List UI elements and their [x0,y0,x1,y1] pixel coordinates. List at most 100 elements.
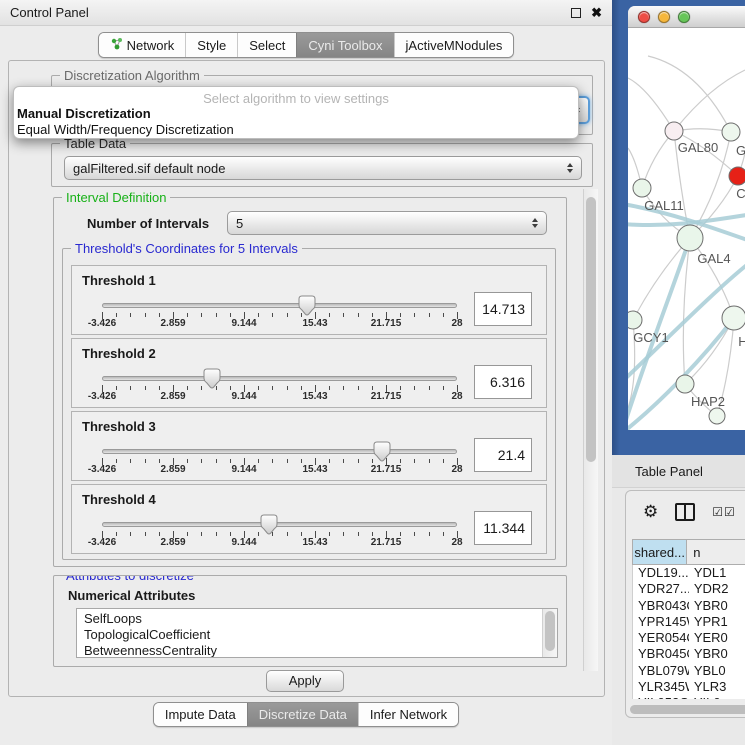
axis-tick-label: 9.144 [231,318,256,329]
table-row[interactable]: YER054CYER0 [633,630,745,646]
table-row[interactable]: YPR145WYPR1 [633,614,745,630]
float-window-icon[interactable] [571,8,581,18]
threshold-slider-thumb[interactable] [203,368,221,389]
tab-discretize-data[interactable]: Discretize Data [247,703,358,726]
table-cell[interactable]: YBR0 [689,598,745,614]
network-node[interactable] [633,179,651,197]
table-cell[interactable]: YLR345W [633,679,689,695]
threshold-value-field[interactable]: 14.713 [474,292,532,326]
tab-label: Cyni Toolbox [308,38,382,53]
table-cell[interactable]: YLR3 [689,679,745,695]
network-canvas[interactable]: GAL80GCGAL11GAL4GCY1HHAP2 [628,28,745,430]
threshold-value-field[interactable]: 6.316 [474,365,532,399]
table-hscrollbar[interactable] [630,705,745,716]
tab-style[interactable]: Style [185,33,237,57]
threshold-value-field[interactable]: 11.344 [474,511,532,545]
close-window-button[interactable] [638,11,650,23]
table-row[interactable]: YDL19...YDL1 [633,565,745,581]
table-cell[interactable]: YPR1 [689,614,745,630]
table-cell[interactable]: YER0 [689,630,745,646]
panel-scrollbar[interactable] [583,189,598,671]
table-data-combobox[interactable]: galFiltered.sif default node [64,156,582,180]
table-row[interactable]: YBL079WYBL0 [633,663,745,679]
axis-tick [358,532,359,536]
minimize-window-button[interactable] [658,11,670,23]
table-row[interactable]: YDR27...YDR2 [633,581,745,597]
gear-icon[interactable]: ⚙ [643,504,658,520]
table-row[interactable]: YBR043CYBR0 [633,598,745,614]
control-panel-titlebar: Control Panel ✖ [0,0,612,26]
select-columns-icon[interactable]: ☑☑ [712,505,736,519]
network-edge-highlighted[interactable] [628,238,690,420]
threshold-value-field[interactable]: 21.4 [474,438,532,472]
threshold-slider-track[interactable] [102,449,457,454]
table-cell[interactable]: YDL19... [633,565,689,581]
axis-tick [145,532,146,536]
axis-tick [329,313,330,317]
tab-infer-network[interactable]: Infer Network [358,703,458,726]
network-edge[interactable] [628,78,674,131]
zoom-window-button[interactable] [678,11,690,23]
tab-network[interactable]: Network [99,33,186,57]
threshold-slider-thumb[interactable] [373,441,391,462]
axis-tick [258,386,259,390]
network-edge[interactable] [642,131,674,188]
attributes-scrollbar[interactable] [542,609,557,658]
algorithm-option[interactable]: Manual Discretization [14,106,578,122]
cyni-toolbox-panel: Discretization Algorithm Select algorith… [8,60,605,697]
table-cell[interactable]: YER054C [633,630,689,646]
table-cell[interactable]: YBL079W [633,663,689,679]
attribute-list-item[interactable]: TopologicalCoefficient [77,627,557,643]
threshold-slider-track[interactable] [102,303,457,308]
table-row[interactable]: YIL052CYIL0 [633,695,745,699]
threshold-slider-track[interactable] [102,522,457,527]
tab-select[interactable]: Select [237,33,296,57]
network-edge[interactable] [674,70,745,131]
threshold-slider-thumb[interactable] [260,514,278,535]
table-cell[interactable]: YBL0 [689,663,745,679]
network-edge[interactable] [633,238,690,320]
network-edge[interactable] [648,56,731,132]
table-cell[interactable]: YDR27... [633,581,689,597]
table-cell[interactable]: YIL052C [633,695,689,699]
split-view-icon[interactable] [675,503,695,521]
network-node[interactable] [729,167,745,185]
axis-tick [443,386,444,390]
close-panel-icon[interactable]: ✖ [591,8,602,18]
attribute-list-item[interactable]: BetweennessCentrality [77,643,557,658]
tab-jactivemnodules[interactable]: jActiveMNodules [394,33,514,57]
network-node[interactable] [722,123,740,141]
table-cell[interactable]: YIL0 [689,695,745,699]
axis-tick [258,532,259,536]
network-edge[interactable] [690,238,734,318]
network-node[interactable] [722,306,745,330]
number-of-intervals-value: 5 [236,216,243,231]
axis-tick [414,532,415,536]
thresholds-group: Threshold's Coordinates for 5 Intervals … [62,248,556,560]
tab-impute-data[interactable]: Impute Data [154,703,247,726]
numerical-attributes-list[interactable]: SelfLoopsTopologicalCoefficientBetweenne… [76,608,558,658]
network-node[interactable] [709,408,725,424]
table-cell[interactable]: YBR0 [689,646,745,662]
axis-tick [258,459,259,463]
tab-label: Infer Network [370,707,447,722]
network-node[interactable] [677,225,703,251]
table-cell[interactable]: YBR045C [633,646,689,662]
tab-cyni-toolbox[interactable]: Cyni Toolbox [296,33,393,57]
table-cell[interactable]: YBR043C [633,598,689,614]
algorithm-option[interactable]: Equal Width/Frequency Discretization [14,122,578,138]
threshold-slider-track[interactable] [102,376,457,381]
attribute-list-item[interactable]: SelfLoops [77,611,557,627]
apply-button[interactable]: Apply [266,670,344,692]
table-cell[interactable]: YDL1 [689,565,745,581]
table-column-header[interactable]: shared... [632,539,687,565]
table-row[interactable]: YLR345WYLR3 [633,679,745,695]
table-column-header[interactable]: n [687,539,745,565]
table-cell[interactable]: YDR2 [689,581,745,597]
table-row[interactable]: YBR045CYBR0 [633,646,745,662]
network-node[interactable] [665,122,683,140]
network-node[interactable] [628,311,642,329]
network-node[interactable] [676,375,694,393]
table-cell[interactable]: YPR145W [633,614,689,630]
number-of-intervals-combobox[interactable]: 5 [227,211,547,235]
